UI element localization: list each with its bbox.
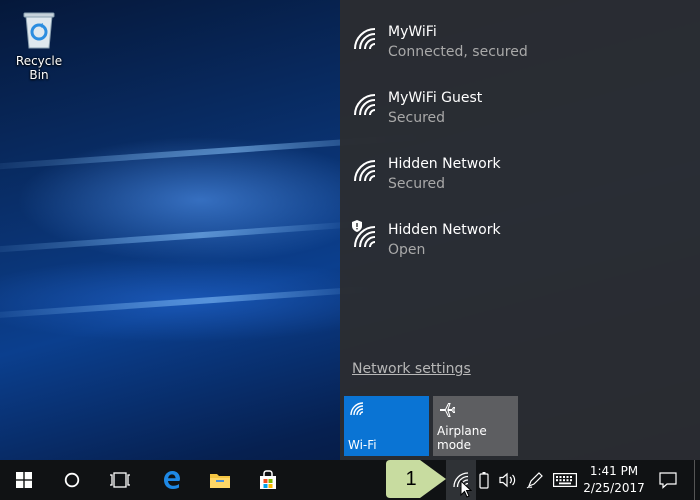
network-flyout: MyWiFi Connected, secured MyWiFi Guest S… <box>340 0 700 460</box>
network-item-hidden-open[interactable]: Hidden Network Open <box>352 220 682 272</box>
store-button[interactable] <box>244 460 292 500</box>
battery-plug-icon <box>479 472 489 489</box>
edge-button[interactable] <box>148 460 196 500</box>
wifi-signal-icon <box>352 92 378 118</box>
airplane-icon <box>440 403 455 417</box>
recycle-bin-icon <box>23 12 55 49</box>
system-clock[interactable]: 1:41 PM 2/25/2017 <box>582 463 646 497</box>
wifi-toggle-tile[interactable]: Wi-Fi <box>344 396 429 456</box>
touch-keyboard-button[interactable] <box>550 460 580 500</box>
network-status: Secured <box>388 176 446 192</box>
recycle-bin-label: Recycle Bin <box>15 54 63 82</box>
network-item-mywifi[interactable]: MyWiFi Connected, secured <box>352 22 682 74</box>
speaker-volume-icon <box>499 472 516 488</box>
wifi-signal-icon <box>352 26 378 52</box>
network-item-mywifi-guest[interactable]: MyWiFi Guest Secured <box>352 88 682 140</box>
shield-icon <box>352 220 362 232</box>
airplane-mode-tile[interactable]: Airplane mode <box>433 396 518 456</box>
airplane-tile-label: Airplane mode <box>437 424 487 452</box>
wallpaper-beam <box>0 285 380 321</box>
network-name: MyWiFi <box>388 24 437 40</box>
network-status: Secured <box>388 110 446 126</box>
cortana-button[interactable] <box>48 460 96 500</box>
pen-icon <box>526 472 543 489</box>
wifi-signal-icon <box>352 158 378 184</box>
start-button[interactable] <box>0 460 48 500</box>
wifi-icon <box>350 402 364 416</box>
wifi-signal-shield-icon <box>352 220 378 250</box>
folder-icon <box>210 474 230 488</box>
network-status: Open <box>388 242 426 258</box>
step-callout: 1 <box>386 458 448 500</box>
network-name: Hidden Network <box>388 156 501 172</box>
keyboard-icon <box>553 473 577 487</box>
pen-workspace-button[interactable] <box>522 460 548 500</box>
cortana-circle-icon <box>64 472 80 488</box>
network-settings-link[interactable]: Network settings <box>352 361 471 377</box>
action-center-button[interactable] <box>648 460 688 500</box>
file-explorer-button[interactable] <box>196 460 244 500</box>
store-bag-icon <box>260 470 276 489</box>
notification-icon <box>659 472 677 489</box>
task-view-icon <box>110 472 130 488</box>
volume-tray-button[interactable] <box>496 460 520 500</box>
clock-date: 2/25/2017 <box>583 481 645 495</box>
network-name: MyWiFi Guest <box>388 90 483 106</box>
wifi-tile-label: Wi-Fi <box>348 438 377 452</box>
mouse-cursor-icon <box>460 480 472 498</box>
network-name: Hidden Network <box>388 222 501 238</box>
wallpaper-beam <box>0 221 360 255</box>
clock-time: 1:41 PM <box>589 464 639 478</box>
task-view-button[interactable] <box>96 460 144 500</box>
windows-logo-icon <box>16 472 32 488</box>
network-item-hidden-secured[interactable]: Hidden Network Secured <box>352 154 682 206</box>
step-number: 1 <box>405 467 417 490</box>
taskbar: 1:41 PM 2/25/2017 <box>0 460 700 500</box>
show-desktop-button[interactable] <box>694 460 700 500</box>
recycle-bin-shortcut[interactable]: Recycle Bin <box>6 8 72 82</box>
network-status: Connected, secured <box>388 44 528 60</box>
edge-browser-icon <box>164 471 180 489</box>
battery-tray-button[interactable] <box>474 460 494 500</box>
